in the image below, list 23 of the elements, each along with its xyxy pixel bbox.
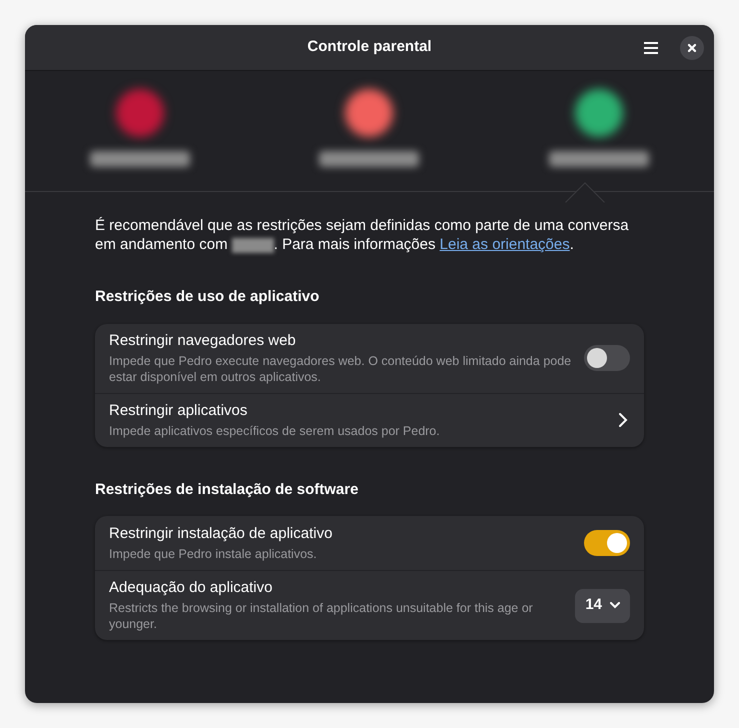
row-description: Restricts the browsing or installation of applications unsuitable for this age or younger. xyxy=(109,600,534,632)
row-description: Impede que Pedro execute navegadores web. O conteúdo web limitado ainda pode estar disponível em outros aplicativos. xyxy=(109,352,572,384)
toggle-switch[interactable] xyxy=(584,345,630,371)
caret-icon xyxy=(610,602,620,609)
age-dropdown[interactable]: 14 xyxy=(575,588,630,622)
redacted-name xyxy=(232,238,274,253)
row-title: Adequação do aplicativo xyxy=(109,579,274,597)
settings-row-link[interactable]: Restringir aplicativos Impede aplicativos específicos de serem usados por Pedro. xyxy=(95,392,644,446)
close-button[interactable] xyxy=(680,36,704,60)
guidelines-link[interactable]: Leia as orientações xyxy=(440,236,570,253)
chevron-right-icon xyxy=(618,412,628,428)
close-icon xyxy=(687,42,697,52)
menu-icon xyxy=(643,40,659,54)
row-description: Impede aplicativos específicos de serem usados por Pedro. xyxy=(109,422,441,438)
row-title: Restringir navegadores web xyxy=(109,332,297,350)
row-title: Restringir aplicativos xyxy=(109,402,248,420)
section-heading: Restrições de uso de aplicativo xyxy=(95,287,320,307)
toggle-switch[interactable] xyxy=(584,530,630,556)
section-heading: Restrições de instalação de software xyxy=(95,480,360,500)
row-description: Impede que Pedro instale aplicativos. xyxy=(109,546,318,562)
notice-text: É recomendável que as restrições sejam definidas como parte de uma conversa em andamento com . Para mais informações Leia as orientações. xyxy=(95,216,630,254)
row-title: Restringir instalação de aplicativo xyxy=(109,524,334,542)
window-title: Controle parental xyxy=(307,37,432,58)
